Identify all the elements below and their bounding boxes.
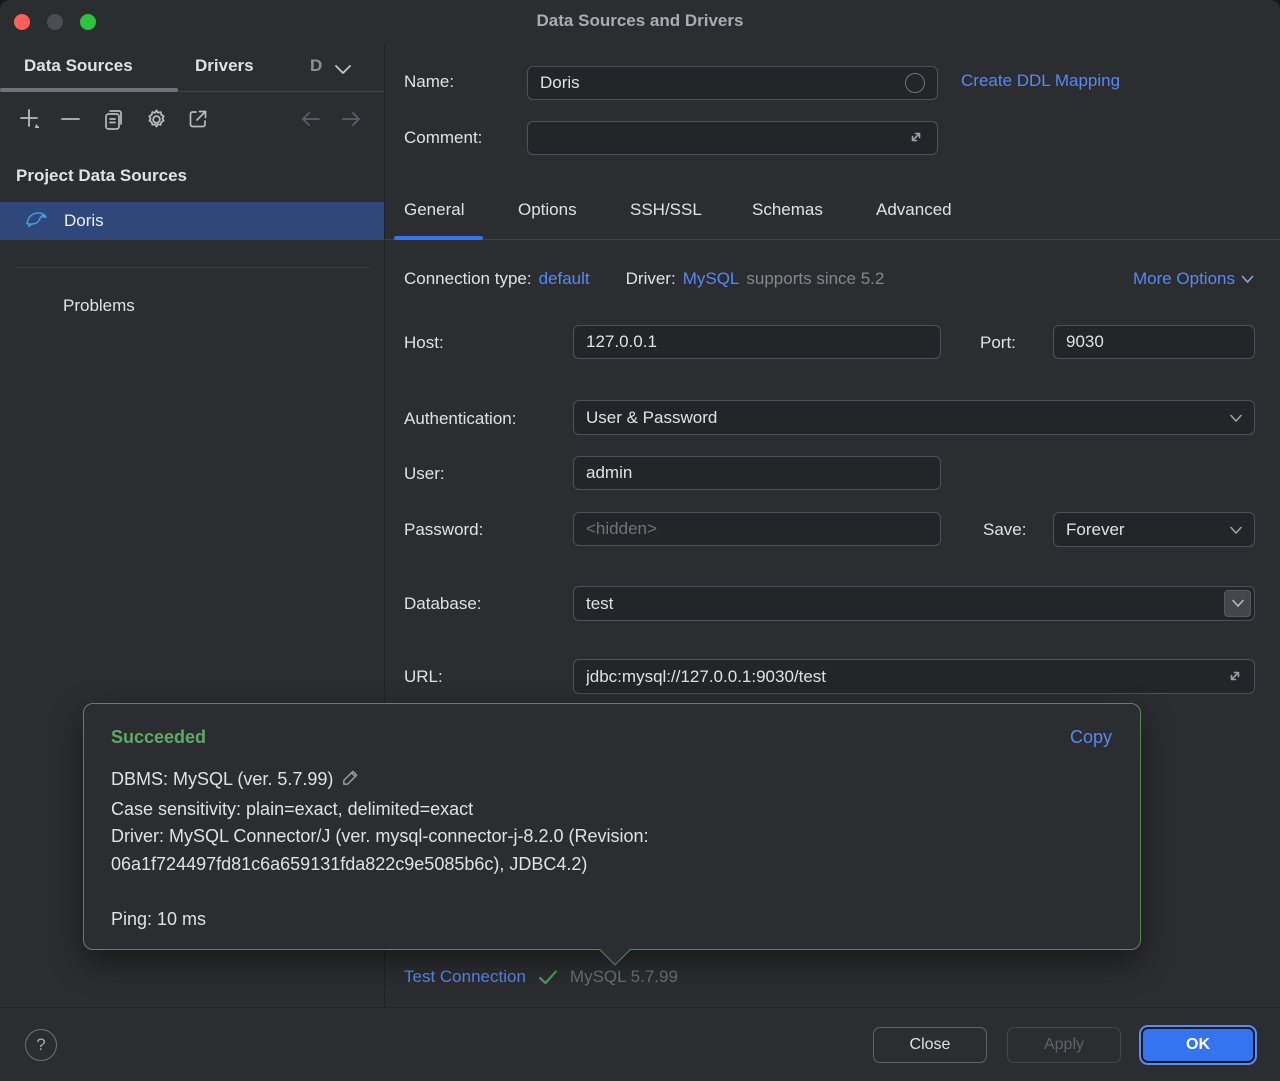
apply-button: Apply (1007, 1027, 1121, 1063)
host-input[interactable] (573, 325, 941, 359)
sidebar-tabbar: Data Sources Drivers D (0, 47, 384, 92)
active-tab-underline (0, 88, 178, 92)
tabs-overflow-chevron-icon[interactable] (334, 60, 352, 80)
tab-ddl-mappings-truncated[interactable]: D (310, 56, 322, 76)
edit-pencil-icon[interactable] (341, 768, 360, 796)
success-check-icon (537, 968, 559, 986)
driver-value-link[interactable]: MySQL (683, 269, 740, 289)
database-combobox[interactable]: test (573, 586, 1255, 621)
driver-line-2: 06a1f724497fd81c6a659131fda822c9e5085b6c… (111, 851, 1113, 879)
tab-advanced[interactable]: Advanced (876, 200, 952, 220)
name-color-circle-icon[interactable] (905, 73, 925, 93)
driver-label: Driver: (626, 269, 676, 289)
copy-result-link[interactable]: Copy (1070, 727, 1112, 748)
popup-blank-line (111, 878, 1113, 906)
authentication-label: Authentication: (404, 409, 516, 429)
save-value: Forever (1066, 520, 1125, 540)
chevron-down-icon (1231, 599, 1245, 608)
database-dropdown-button[interactable] (1224, 590, 1251, 617)
data-sources-dialog: Data Sources and Drivers Data Sources Dr… (0, 0, 1280, 1081)
tab-drivers[interactable]: Drivers (195, 56, 254, 76)
database-label: Database: (404, 594, 482, 614)
chevron-down-icon (1241, 275, 1254, 284)
tabs-divider (385, 239, 1280, 240)
url-expand-icon[interactable] (1224, 665, 1246, 687)
driver-note: supports since 5.2 (746, 269, 884, 289)
save-select[interactable]: Forever (1053, 512, 1255, 547)
sidebar-divider (16, 267, 370, 268)
tab-general[interactable]: General (404, 200, 464, 220)
project-data-sources-header: Project Data Sources (16, 166, 187, 186)
open-in-window-icon[interactable] (185, 106, 211, 132)
remove-data-source-icon[interactable] (58, 106, 84, 132)
port-label: Port: (980, 333, 1016, 353)
connection-type-row: Connection type: default Driver: MySQL s… (404, 269, 884, 289)
popup-body: DBMS: MySQL (ver. 5.7.99) Case sensitivi… (111, 766, 1113, 933)
forward-arrow-icon (338, 106, 364, 132)
help-button[interactable]: ? (25, 1029, 57, 1061)
password-label: Password: (404, 520, 483, 540)
sidebar-item-problems[interactable]: Problems (63, 296, 135, 316)
settings-gear-icon[interactable] (143, 106, 169, 132)
window-title: Data Sources and Drivers (0, 11, 1280, 31)
data-source-label: Doris (64, 211, 104, 231)
tab-options[interactable]: Options (518, 200, 577, 220)
connection-type-value-link[interactable]: default (539, 269, 590, 289)
close-button[interactable]: Close (873, 1027, 987, 1063)
mysql-dolphin-icon (24, 206, 49, 236)
dbms-text: DBMS: MySQL (ver. 5.7.99) (111, 769, 333, 789)
create-ddl-mapping-link[interactable]: Create DDL Mapping (961, 71, 1120, 91)
authentication-value: User & Password (586, 408, 717, 428)
more-options-label: More Options (1133, 269, 1235, 289)
ok-button[interactable]: OK (1141, 1027, 1255, 1063)
status-succeeded: Succeeded (111, 727, 206, 748)
comment-expand-icon[interactable] (905, 126, 927, 148)
connection-type-label: Connection type: (404, 269, 532, 289)
popup-notch (599, 934, 630, 965)
duplicate-icon[interactable] (101, 106, 127, 132)
db-version-text: MySQL 5.7.99 (570, 967, 678, 987)
footer-bar: ? Close Apply OK (0, 1007, 1280, 1081)
host-label: Host: (404, 333, 444, 353)
name-input[interactable] (527, 66, 938, 100)
tab-ssh-ssl[interactable]: SSH/SSL (630, 200, 702, 220)
port-input[interactable] (1053, 325, 1255, 359)
password-input[interactable] (573, 512, 941, 546)
active-main-tab-underline (394, 236, 483, 240)
driver-line-1: Driver: MySQL Connector/J (ver. mysql-co… (111, 823, 1113, 851)
user-label: User: (404, 464, 445, 484)
save-label: Save: (983, 520, 1026, 540)
authentication-select[interactable]: User & Password (573, 400, 1255, 435)
chevron-down-icon (1229, 520, 1243, 540)
tab-schemas[interactable]: Schemas (752, 200, 823, 220)
data-source-item-doris[interactable]: Doris (0, 202, 384, 240)
dbms-line: DBMS: MySQL (ver. 5.7.99) (111, 766, 1113, 796)
test-connection-result-popup: Succeeded Copy DBMS: MySQL (ver. 5.7.99)… (83, 703, 1141, 950)
test-connection-row: Test Connection MySQL 5.7.99 (404, 967, 678, 987)
url-label: URL: (404, 667, 443, 687)
url-input[interactable] (573, 659, 1255, 694)
test-connection-link[interactable]: Test Connection (404, 967, 526, 987)
user-input[interactable] (573, 456, 941, 490)
name-label: Name: (404, 72, 454, 92)
more-options-link[interactable]: More Options (1133, 269, 1254, 289)
sidebar-toolbar (0, 100, 384, 140)
ping-line: Ping: 10 ms (111, 906, 1113, 934)
database-value: test (586, 594, 613, 614)
comment-input[interactable] (527, 121, 938, 155)
back-arrow-icon (298, 106, 324, 132)
titlebar: Data Sources and Drivers (0, 0, 1280, 45)
comment-label: Comment: (404, 128, 482, 148)
add-data-source-icon[interactable] (17, 106, 43, 132)
tab-data-sources[interactable]: Data Sources (24, 56, 133, 76)
chevron-down-icon (1229, 408, 1243, 428)
case-sensitivity-line: Case sensitivity: plain=exact, delimited… (111, 796, 1113, 824)
